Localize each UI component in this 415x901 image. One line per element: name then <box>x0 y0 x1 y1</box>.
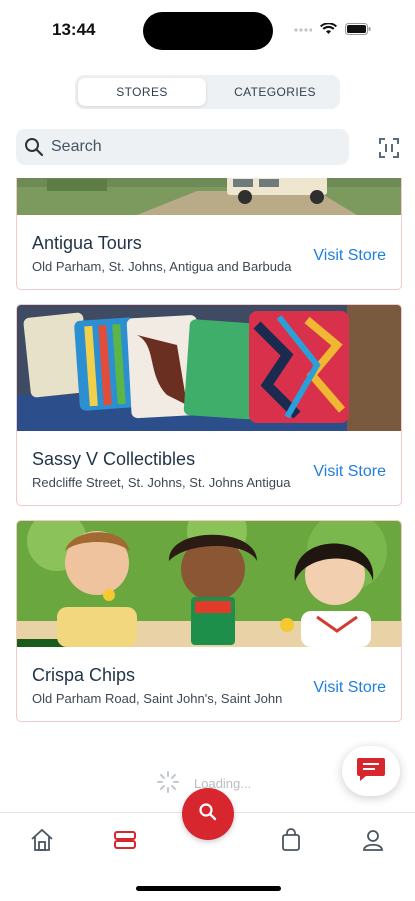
store-image <box>17 521 401 647</box>
barcode-scan-icon[interactable] <box>378 137 400 159</box>
search-input[interactable]: Search <box>16 129 349 165</box>
chat-icon <box>356 756 386 787</box>
signal-icon <box>294 22 313 40</box>
search-icon <box>198 802 218 827</box>
tab-categories[interactable]: CATEGORIES <box>211 78 339 106</box>
store-image <box>17 305 401 431</box>
stores-categories-toggle: STORES CATEGORIES <box>75 75 340 109</box>
profile-icon[interactable] <box>358 825 388 855</box>
home-indicator <box>136 886 281 891</box>
store-address: Old Parham, St. Johns, Antigua and Barbu… <box>32 259 292 274</box>
store-name: Sassy V Collectibles <box>32 449 196 469</box>
spinner-icon <box>156 770 180 797</box>
stores-icon[interactable] <box>110 825 140 855</box>
bag-icon[interactable] <box>276 825 306 855</box>
status-time: 13:44 <box>52 20 96 39</box>
search-placeholder: Search <box>51 138 102 155</box>
visit-store-link[interactable]: Visit Store <box>313 679 386 697</box>
wifi-icon <box>320 22 337 40</box>
status-bar: 13:44 <box>0 0 415 60</box>
store-card-antigua-tours[interactable]: Antigua Tours Old Parham, St. Johns, Ant… <box>16 178 402 290</box>
dynamic-island <box>143 12 273 50</box>
search-icon <box>24 137 44 157</box>
store-card-sassy-v-collectibles[interactable]: Sassy V Collectibles Redcliffe Street, S… <box>16 304 402 506</box>
store-name: Crispa Chips <box>32 665 136 685</box>
visit-store-link[interactable]: Visit Store <box>313 247 386 265</box>
store-image <box>17 178 401 215</box>
visit-store-link[interactable]: Visit Store <box>313 463 386 481</box>
battery-icon <box>345 22 371 40</box>
store-address: Old Parham Road, Saint John's, Saint Joh… <box>32 691 283 706</box>
home-icon[interactable] <box>27 825 57 855</box>
store-card-crispa-chips[interactable]: Crispa Chips Old Parham Road, Saint John… <box>16 520 402 722</box>
store-name: Antigua Tours <box>32 233 142 253</box>
status-icons <box>294 22 371 40</box>
chat-button[interactable] <box>342 746 400 796</box>
tab-stores[interactable]: STORES <box>78 78 206 106</box>
store-list: Antigua Tours Old Parham, St. Johns, Ant… <box>0 178 415 758</box>
search-tab-button[interactable] <box>182 788 234 840</box>
store-address: Redcliffe Street, St. Johns, St. Johns A… <box>32 475 291 490</box>
